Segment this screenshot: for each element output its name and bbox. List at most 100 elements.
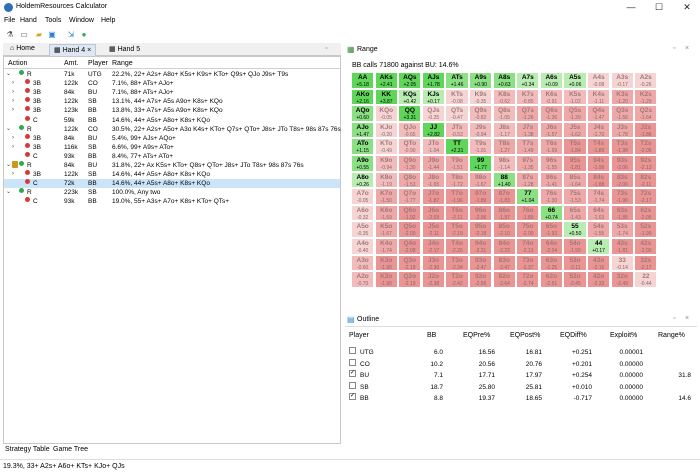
tree-row[interactable]: ⌄ R 122k CO 30.5%, 22+ A2s+ A5o+ A3o K4s+ KT… [4, 124, 341, 134]
hand-cell-52s[interactable]: 52s -1.99 [634, 221, 658, 238]
hand-cell-ajo[interactable]: AJo +1.47 [351, 121, 375, 139]
hand-cell-t9s[interactable]: T9s -1.01 [469, 138, 493, 155]
tree-row[interactable]: C 93k BB 8.4%, 77+ ATs+ ATo+ [4, 151, 340, 161]
hand-cell-42o[interactable]: 42o -2.33 [587, 271, 611, 288]
hand-cell-t5s[interactable]: T5s -1.84 [563, 138, 587, 155]
hand-cell-j4o[interactable]: J4o -2.17 [421, 238, 446, 255]
menu-tools[interactable]: Tools [45, 17, 61, 24]
hand-cell-qjo[interactable]: QJo -0.65 [398, 121, 422, 139]
hand-cell-32s[interactable]: 32s -2.17 [634, 254, 658, 272]
hand-cell-96o[interactable]: 96o -2.06 [469, 204, 493, 222]
run-icon[interactable]: ● [79, 30, 89, 40]
hand-cell-k8s[interactable]: K8s -0.62 [492, 88, 516, 106]
hand-cell-a2s[interactable]: A2s -0.26 [634, 72, 658, 89]
hand-cell-92o[interactable]: 92o -2.56 [469, 271, 493, 288]
hand-cell-84s[interactable]: 84s -1.88 [587, 171, 611, 189]
hand-cell-76s[interactable]: 76s -1.30 [539, 188, 564, 205]
hand-cell-44[interactable]: 44 +0.17 [587, 238, 611, 255]
hand-cell-86s[interactable]: 86s -1.41 [539, 171, 564, 189]
hand-cell-aqs[interactable]: AQs +2.05 [398, 72, 422, 89]
tab-home[interactable]: ⌂ Home [6, 44, 39, 56]
hand-cell-77[interactable]: 77 +1.04 [516, 188, 540, 205]
tree-row[interactable]: ⌄ R 84k BU 31.8%, 22+ Ax K5s+ KTo+ Q8s+ QTo+… [4, 161, 340, 170]
tree-row[interactable]: › 3B 122k CO 7.1%, 88+ ATs+ AJo+ [4, 79, 340, 88]
hand-cell-a3o[interactable]: A3o -0.60 [351, 254, 375, 272]
outline-pin-icon[interactable]: ▫ [673, 315, 675, 322]
hand-cell-t3s[interactable]: T3s -1.98 [610, 138, 634, 155]
pin-icon[interactable]: ▫ [325, 45, 327, 52]
menu-help[interactable]: Help [101, 17, 115, 24]
folder-icon[interactable]: ▰ [34, 30, 44, 40]
hand-cell-q4s[interactable]: Q4s -1.47 [587, 105, 611, 122]
hand-cell-62o[interactable]: 62o -2.51 [539, 271, 564, 288]
new-hand-icon[interactable]: ⚗ [5, 30, 15, 40]
hand-cell-73s[interactable]: 73s -1.96 [610, 188, 634, 205]
hand-cell-j5o[interactable]: J5o -2.11 [421, 221, 446, 238]
hand-cell-43s[interactable]: 43s -1.81 [610, 238, 634, 255]
hand-cell-k5o[interactable]: K5o -1.67 [374, 221, 398, 238]
hand-cell-jj[interactable]: JJ +2.82 [421, 121, 446, 139]
expand-chevron-icon[interactable]: › [12, 106, 14, 115]
outline-close-icon[interactable]: × [685, 315, 689, 322]
hand-cell-72s[interactable]: 72s -2.17 [634, 188, 658, 205]
hand-cell-k7s[interactable]: K7s -0.85 [516, 88, 540, 106]
hand-cell-j3o[interactable]: J3o -2.30 [421, 254, 446, 272]
hand-cell-33[interactable]: 33 -0.14 [610, 254, 634, 272]
hand-cell-22[interactable]: 22 -0.44 [634, 271, 658, 288]
hand-cell-a4o[interactable]: A4o -0.40 [351, 238, 375, 255]
hand-cell-k4o[interactable]: K4o -1.74 [374, 238, 398, 255]
hand-cell-j9s[interactable]: J9s -0.94 [469, 121, 493, 139]
hand-cell-q8s[interactable]: Q8s -1.05 [492, 105, 516, 122]
hand-cell-k2s[interactable]: K2s -1.29 [634, 88, 658, 106]
hand-cell-a8o[interactable]: A8o +0.26 [351, 171, 375, 189]
hand-cell-t9o[interactable]: T9o -1.51 [445, 155, 469, 172]
hand-cell-93s[interactable]: 93s -2.06 [610, 155, 634, 172]
menu-file[interactable]: File [4, 17, 15, 24]
import-icon[interactable]: ⇲ [66, 30, 76, 40]
close-tab-icon[interactable]: × [87, 47, 91, 54]
hand-cell-ako[interactable]: AKo +2.16 [351, 88, 375, 106]
hand-cell-42s[interactable]: 42s -2.00 [634, 238, 658, 255]
hand-cell-84o[interactable]: 84o -2.23 [492, 238, 516, 255]
hand-cell-t4o[interactable]: T4o -2.26 [445, 238, 469, 255]
hand-cell-32o[interactable]: 32o -2.49 [610, 271, 634, 288]
hand-cell-jts[interactable]: JTs -0.53 [445, 121, 469, 139]
hand-cell-kqs[interactable]: KQs +0.42 [398, 88, 422, 106]
hand-cell-52o[interactable]: 52o -2.45 [563, 271, 587, 288]
hand-cell-a2o[interactable]: A2o -0.70 [351, 271, 375, 288]
hand-cell-63o[interactable]: 63o -2.25 [539, 254, 564, 272]
hand-cell-a9o[interactable]: A9o +0.55 [351, 155, 375, 172]
hand-cell-q9o[interactable]: Q9o -1.30 [398, 155, 422, 172]
hand-cell-55[interactable]: 55 +0.50 [563, 221, 587, 238]
hand-cell-98s[interactable]: 98s -1.14 [492, 155, 516, 172]
hand-cell-qjs[interactable]: QJs -0.25 [421, 105, 446, 122]
expand-chevron-icon[interactable]: › [12, 143, 14, 152]
tree-row[interactable]: ⌄ R 223k SB 100.0%, Any two [4, 188, 340, 197]
hand-cell-jto[interactable]: JTo -1.04 [421, 138, 446, 155]
expand-chevron-icon[interactable]: › [12, 170, 14, 179]
expand-chevron-icon[interactable]: ⌄ [6, 70, 11, 79]
hand-cell-64s[interactable]: 64s -1.63 [587, 204, 611, 222]
player-checkbox[interactable]: ✓ [349, 370, 356, 377]
hand-cell-t6o[interactable]: T6o -2.11 [445, 204, 469, 222]
hand-cell-q6s[interactable]: Q6s -1.36 [539, 105, 564, 122]
hand-cell-k7o[interactable]: K7o -1.50 [374, 188, 398, 205]
hand-cell-83s[interactable]: 83s -2.06 [610, 171, 634, 189]
hand-cell-a9s[interactable]: A9s +0.90 [469, 72, 493, 89]
hand-cell-94o[interactable]: 94o -2.31 [469, 238, 493, 255]
hand-cell-63s[interactable]: 63s -1.85 [610, 204, 634, 222]
hand-cell-t8o[interactable]: T8o -1.72 [445, 171, 469, 189]
tab-hand-5[interactable]: ▦ Hand 5 [105, 44, 144, 56]
hand-cell-j8s[interactable]: J8s -1.17 [492, 121, 516, 139]
hand-cell-q7s[interactable]: Q7s -1.26 [516, 105, 540, 122]
expand-chevron-icon[interactable]: ⌄ [6, 125, 11, 134]
hand-cell-99[interactable]: 99 +1.77 [469, 155, 493, 172]
hand-cell-kts[interactable]: KTs -0.08 [445, 88, 469, 106]
outline-col-bb[interactable]: BB [427, 332, 436, 339]
open-file-icon[interactable]: ▭ [19, 30, 29, 40]
menu-window[interactable]: Window [69, 17, 94, 24]
hand-cell-ats[interactable]: ATs +1.46 [445, 72, 469, 89]
outline-col-player[interactable]: Player [349, 332, 369, 339]
tree-row[interactable]: ⌄ R 71k UTG 22.2%, 22+ A2s+ A8o+ K5s+ K9s+ K… [4, 70, 340, 79]
hand-cell-62s[interactable]: 62s -2.05 [634, 204, 658, 222]
